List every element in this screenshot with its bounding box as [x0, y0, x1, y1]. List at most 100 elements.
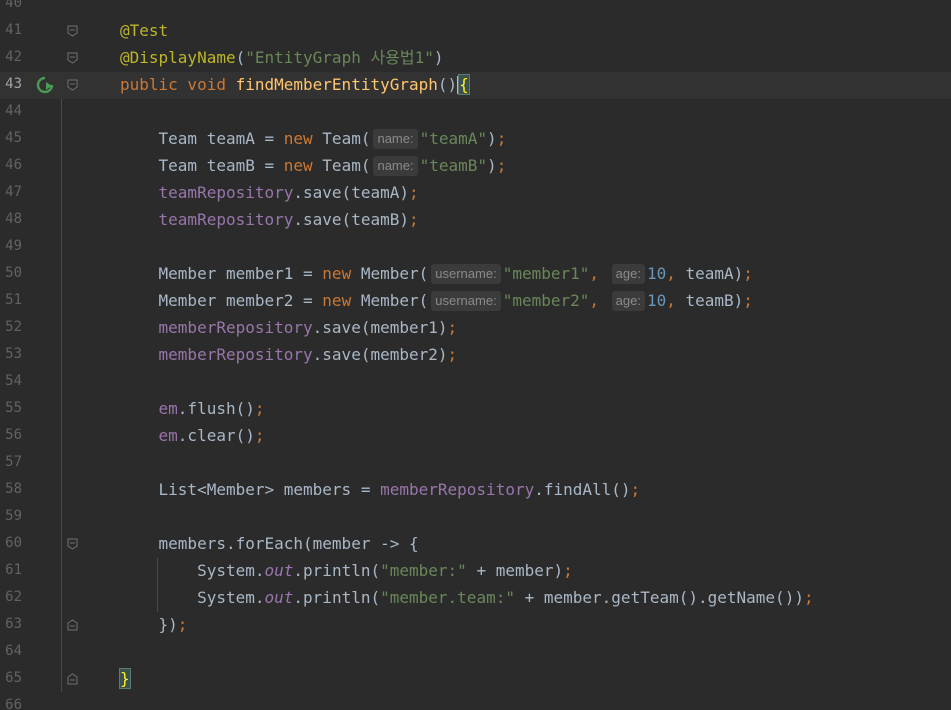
- line-number[interactable]: 46: [0, 157, 22, 173]
- line-number[interactable]: 41: [0, 22, 22, 38]
- fold-marker-icon[interactable]: [67, 79, 78, 91]
- code-line[interactable]: 55 em.flush();: [0, 396, 951, 423]
- code-token: "teamB": [419, 156, 488, 175]
- line-number[interactable]: 61: [0, 562, 22, 578]
- code-token: new: [283, 156, 323, 175]
- code-token: System.: [120, 561, 265, 580]
- code-token: findMemberEntityGraph: [235, 75, 438, 94]
- code-line[interactable]: 57: [0, 450, 951, 477]
- line-number[interactable]: 42: [0, 49, 22, 65]
- code-line[interactable]: 52 memberRepository.save(member1);: [0, 315, 951, 342]
- line-number[interactable]: 55: [0, 400, 22, 416]
- line-number[interactable]: 44: [0, 103, 22, 119]
- code-line[interactable]: 43 public void findMemberEntityGraph(){: [0, 72, 951, 99]
- code-line[interactable]: 65}: [0, 666, 951, 693]
- line-number[interactable]: 60: [0, 535, 22, 551]
- code-line[interactable]: 42 @DisplayName("EntityGraph 사용법1"): [0, 45, 951, 72]
- line-number[interactable]: 56: [0, 427, 22, 443]
- code-token: memberRepository: [158, 318, 313, 337]
- line-number[interactable]: 52: [0, 319, 22, 335]
- code-line[interactable]: 64: [0, 639, 951, 666]
- code-line[interactable]: 59: [0, 504, 951, 531]
- code-line[interactable]: 60 members.forEach(member -> {: [0, 531, 951, 558]
- code-text[interactable]: System.out.println("member.team:" + memb…: [120, 588, 814, 608]
- line-number[interactable]: 50: [0, 265, 22, 281]
- code-line[interactable]: 56 em.clear();: [0, 423, 951, 450]
- code-token: "member1": [502, 264, 590, 283]
- code-text[interactable]: @DisplayName("EntityGraph 사용법1"): [120, 48, 444, 68]
- line-number[interactable]: 48: [0, 211, 22, 227]
- code-text[interactable]: em.flush();: [120, 399, 265, 419]
- code-token: Team teamA =: [120, 129, 284, 148]
- code-line[interactable]: 44: [0, 99, 951, 126]
- code-line[interactable]: 40: [0, 0, 951, 18]
- code-text[interactable]: Member member1 = new Member(username: "me…: [120, 264, 753, 284]
- code-token: ;: [496, 129, 507, 148]
- code-text[interactable]: System.out.println("member:" + member);: [120, 561, 573, 581]
- fold-marker-icon[interactable]: [67, 673, 78, 685]
- line-number[interactable]: 51: [0, 292, 22, 308]
- fold-marker-icon[interactable]: [67, 25, 78, 37]
- code-text[interactable]: Member member2 = new Member(username: "me…: [120, 291, 753, 311]
- line-number[interactable]: 54: [0, 373, 22, 389]
- code-text[interactable]: });: [120, 615, 188, 635]
- code-line[interactable]: 41 @Test: [0, 18, 951, 45]
- code-line[interactable]: 62 System.out.println("member.team:" + m…: [0, 585, 951, 612]
- line-number[interactable]: 58: [0, 481, 22, 497]
- fold-marker-icon[interactable]: [67, 538, 78, 550]
- line-number[interactable]: 45: [0, 130, 22, 146]
- code-line[interactable]: 47 teamRepository.save(teamA);: [0, 180, 951, 207]
- line-number[interactable]: 62: [0, 589, 22, 605]
- line-number[interactable]: 47: [0, 184, 22, 200]
- code-token: em: [158, 399, 178, 418]
- code-line[interactable]: 53 memberRepository.save(member2);: [0, 342, 951, 369]
- parameter-hint: name:: [373, 129, 418, 149]
- code-token: new: [283, 129, 323, 148]
- code-line[interactable]: 50 Member member1 = new Member(username:…: [0, 261, 951, 288]
- code-line[interactable]: 46 Team teamB = new Team(name: "teamB");: [0, 153, 951, 180]
- line-number[interactable]: 64: [0, 643, 22, 659]
- fold-marker-icon[interactable]: [67, 619, 78, 631]
- code-text[interactable]: memberRepository.save(member2);: [120, 345, 458, 365]
- code-text[interactable]: public void findMemberEntityGraph(){: [120, 74, 470, 95]
- code-text[interactable]: teamRepository.save(teamB);: [120, 210, 419, 230]
- code-token: .println(: [293, 561, 381, 580]
- code-token: .save(member2): [312, 345, 448, 364]
- line-number[interactable]: 40: [0, 0, 22, 11]
- code-token: }): [120, 615, 178, 634]
- fold-marker-icon[interactable]: [67, 52, 78, 64]
- line-number[interactable]: 66: [0, 697, 22, 710]
- code-line[interactable]: 54: [0, 369, 951, 396]
- line-number[interactable]: 53: [0, 346, 22, 362]
- code-text[interactable]: Team teamA = new Team(name: "teamA");: [120, 129, 506, 149]
- code-line[interactable]: 63 });: [0, 612, 951, 639]
- code-text[interactable]: teamRepository.save(teamA);: [120, 183, 419, 203]
- code-line[interactable]: 61 System.out.println("member:" + member…: [0, 558, 951, 585]
- code-token: memberRepository: [158, 345, 313, 364]
- line-number[interactable]: 65: [0, 670, 22, 686]
- code-text[interactable]: memberRepository.save(member1);: [120, 318, 458, 338]
- code-line[interactable]: 51 Member member2 = new Member(username:…: [0, 288, 951, 315]
- line-number[interactable]: 59: [0, 508, 22, 524]
- code-line[interactable]: 45 Team teamA = new Team(name: "teamA");: [0, 126, 951, 153]
- code-text[interactable]: Team teamB = new Team(name: "teamB");: [120, 156, 506, 176]
- code-line[interactable]: 48 teamRepository.save(teamB);: [0, 207, 951, 234]
- code-line[interactable]: 66: [0, 693, 951, 710]
- code-text[interactable]: List<Member> members = memberRepository.…: [120, 480, 641, 500]
- code-line[interactable]: 49: [0, 234, 951, 261]
- line-number[interactable]: 57: [0, 454, 22, 470]
- code-text[interactable]: @Test: [120, 21, 168, 41]
- line-number[interactable]: 43: [0, 76, 22, 92]
- code-text[interactable]: }: [119, 668, 131, 689]
- code-token: Team(: [322, 156, 371, 175]
- code-editor[interactable]: 40 41 @Test 42 @DisplayName("EntityGraph 사용법…: [0, 0, 951, 710]
- code-token: Team(: [322, 129, 371, 148]
- run-test-icon[interactable]: [36, 76, 54, 94]
- code-text[interactable]: members.forEach(member -> {: [120, 534, 419, 554]
- line-number[interactable]: 49: [0, 238, 22, 254]
- code-text[interactable]: em.clear();: [120, 426, 265, 446]
- code-line[interactable]: 58 List<Member> members = memberReposito…: [0, 477, 951, 504]
- line-number[interactable]: 63: [0, 616, 22, 632]
